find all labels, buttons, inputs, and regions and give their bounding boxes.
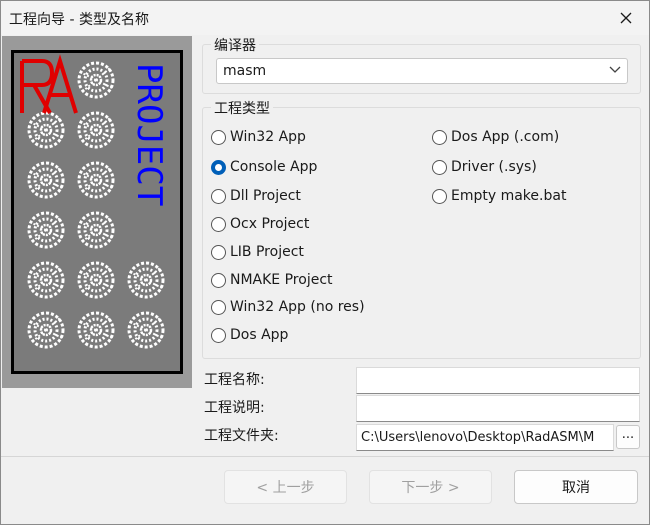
radio-ocx-project[interactable]: Ocx Project: [211, 214, 309, 234]
radio-empty-make-bat[interactable]: Empty make.bat: [432, 186, 566, 206]
radio-indicator: [211, 216, 226, 232]
chevron-down-icon: [609, 66, 621, 73]
radio-dos-app[interactable]: Dos App: [211, 325, 288, 345]
logo-panel: PROJECT: [2, 36, 192, 388]
radio-nmake-project[interactable]: NMAKE Project: [211, 270, 333, 290]
radio-label: Dos App (.com): [451, 129, 560, 145]
project-name-input[interactable]: [357, 368, 639, 393]
radio-driver-sys[interactable]: Driver (.sys): [432, 157, 537, 177]
radio-indicator: [432, 159, 447, 175]
project-name-field-box: [356, 367, 640, 394]
browse-folder-button[interactable]: ...: [616, 425, 640, 449]
project-folder-input[interactable]: [357, 425, 613, 450]
cancel-button[interactable]: 取消: [514, 470, 638, 504]
radio-indicator: [432, 129, 447, 145]
project-folder-field-box: [356, 424, 614, 451]
radio-label: Win32 App: [230, 129, 306, 145]
logo-graphic: PROJECT: [20, 54, 169, 349]
radio-indicator: [211, 299, 226, 315]
radio-label: LIB Project: [230, 244, 304, 260]
assembler-group-legend: 编译器: [211, 35, 259, 55]
radio-label: Win32 App (no res): [230, 299, 365, 315]
project-wizard-dialog: 工程向导 - 类型及名称 PROJECT 编译器 masm 工程类型 Win32…: [0, 0, 650, 525]
radio-console-app[interactable]: Console App: [211, 157, 317, 177]
project-name-label: 工程名称:: [204, 372, 265, 388]
radio-label: Dos App: [230, 327, 289, 343]
radio-indicator: [211, 188, 226, 204]
radio-dll-project[interactable]: Dll Project: [211, 186, 301, 206]
assembler-select[interactable]: masm: [216, 58, 628, 84]
title-bar: 工程向导 - 类型及名称: [1, 1, 649, 35]
project-type-group-legend: 工程类型: [211, 98, 273, 118]
radio-dos-app-com[interactable]: Dos App (.com): [432, 127, 559, 147]
radio-label: Dll Project: [230, 188, 301, 204]
assembler-selected-value: masm: [223, 63, 267, 79]
close-button[interactable]: [603, 1, 649, 35]
radio-label: Ocx Project: [230, 216, 310, 232]
project-description-input[interactable]: [357, 396, 639, 421]
radio-indicator: [211, 244, 226, 260]
radio-label: NMAKE Project: [230, 272, 333, 288]
radio-indicator: [211, 129, 226, 145]
radio-label: Driver (.sys): [451, 159, 537, 175]
ra-logo-letters: [20, 54, 78, 114]
radio-win32-app-no-res[interactable]: Win32 App (no res): [211, 297, 365, 317]
radio-indicator: [211, 327, 226, 343]
project-vertical-text: PROJECT: [129, 63, 169, 206]
project-description-field-box: [356, 395, 640, 422]
close-icon: [620, 12, 632, 24]
next-button[interactable]: 下一步 >: [369, 470, 492, 504]
back-button[interactable]: < 上一步: [224, 470, 347, 504]
radio-lib-project[interactable]: LIB Project: [211, 242, 304, 262]
footer-divider: [1, 456, 649, 457]
radio-indicator: [211, 272, 226, 288]
radio-indicator: [432, 188, 447, 204]
radio-indicator-checked: [211, 159, 226, 175]
project-description-label: 工程说明:: [204, 400, 265, 416]
radio-label: Console App: [230, 159, 318, 175]
radasm-project-logo: PROJECT: [11, 50, 183, 374]
radio-label: Empty make.bat: [451, 188, 567, 204]
project-folder-label: 工程文件夹:: [204, 428, 279, 444]
radio-win32-app[interactable]: Win32 App: [211, 127, 306, 147]
window-title: 工程向导 - 类型及名称: [9, 12, 149, 28]
